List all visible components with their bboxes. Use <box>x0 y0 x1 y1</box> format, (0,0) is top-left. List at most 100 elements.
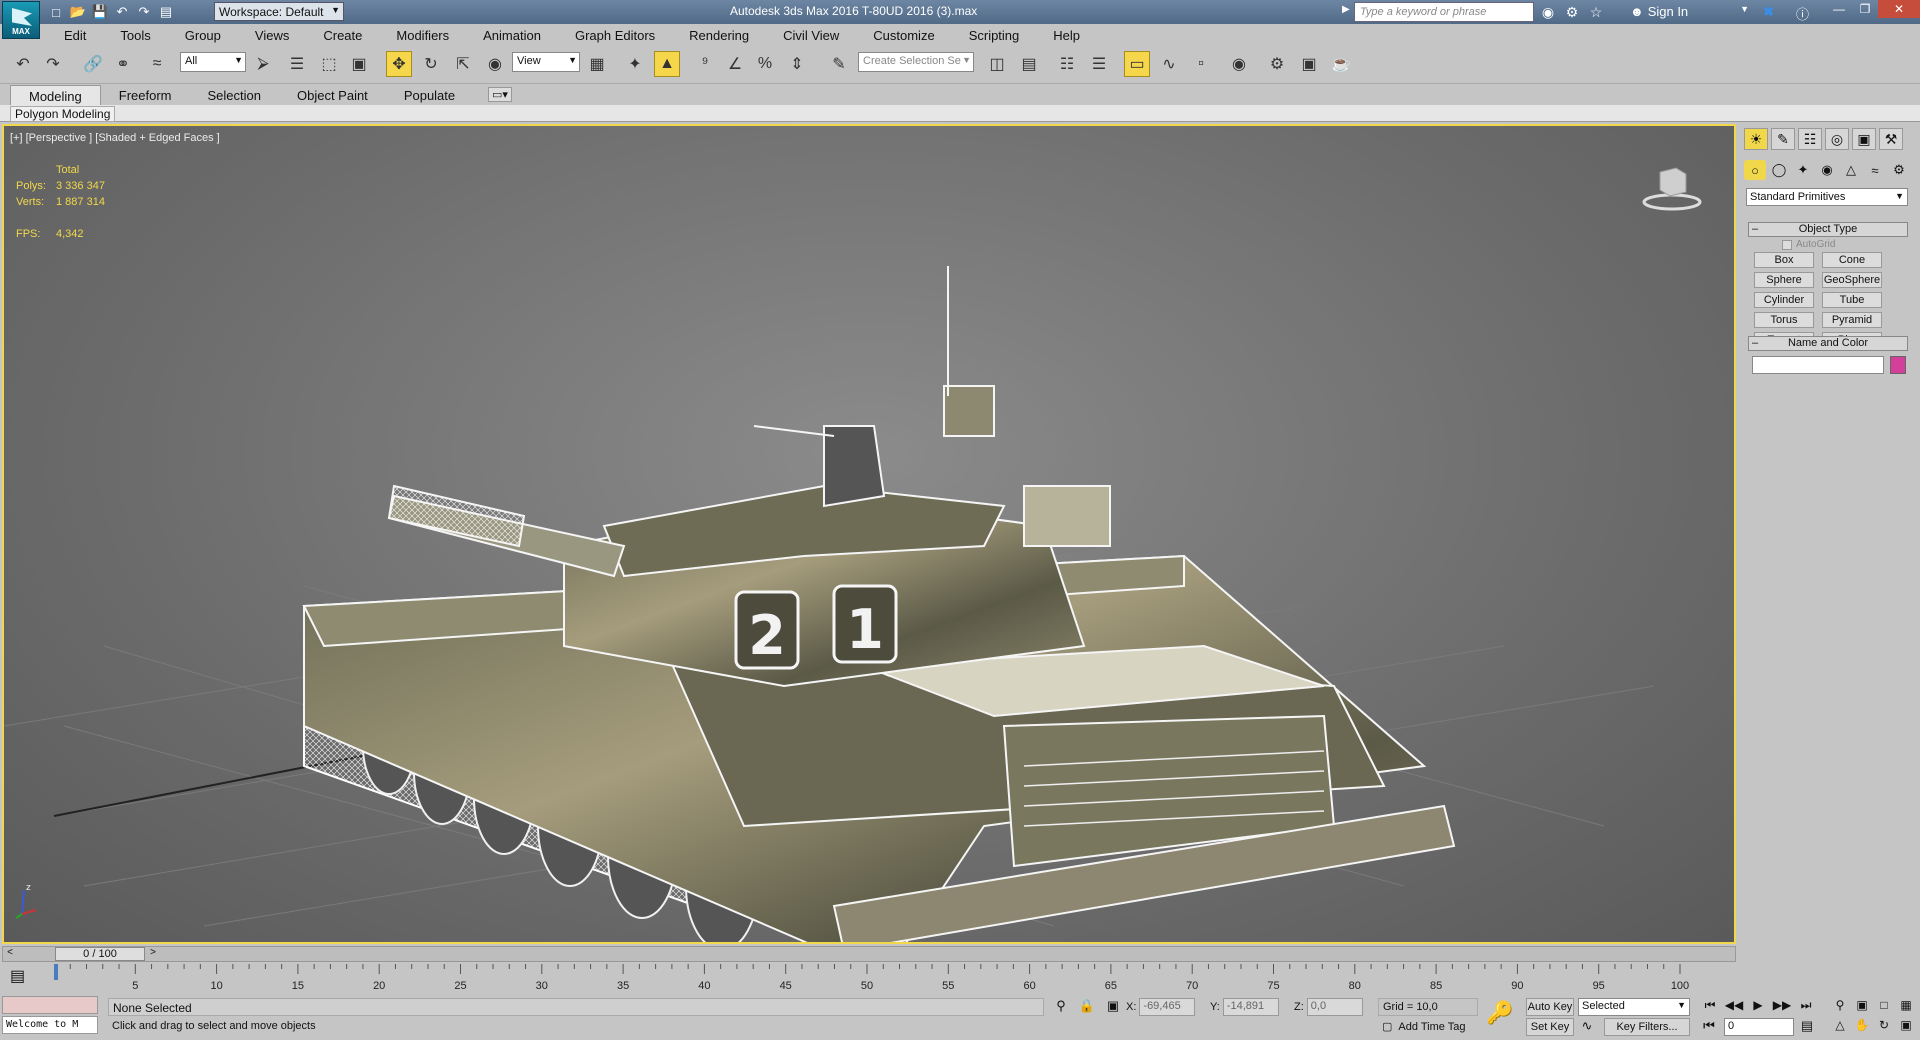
menu-item-modifiers[interactable]: Modifiers <box>374 24 461 46</box>
curve-editor-icon[interactable]: ∿ <box>1156 51 1182 77</box>
keyboard-shortcut-override-icon[interactable]: ▲ <box>654 51 680 77</box>
primitive-cone-button[interactable]: Cone <box>1822 252 1882 268</box>
restore-icon[interactable]: ❐ <box>1852 0 1878 18</box>
perspective-viewport[interactable]: 2 1 [+] [Perspective ] [Shaded + Edged F… <box>2 124 1736 944</box>
z-field[interactable]: 0,0 <box>1306 998 1363 1016</box>
primitive-cylinder-button[interactable]: Cylinder <box>1754 292 1814 308</box>
ribbon-tab-populate[interactable]: Populate <box>386 85 473 105</box>
orbit-icon[interactable]: ↻ <box>1874 1018 1894 1036</box>
redo-icon[interactable]: ↷ <box>134 3 154 21</box>
object-type-rollout[interactable]: – Object Type <box>1748 222 1908 237</box>
minimize-icon[interactable]: — <box>1826 0 1852 18</box>
named-selection-set-dropdown[interactable]: Create Selection Se ▼ <box>858 52 974 72</box>
key-mode-toggle-icon[interactable]: ⏮ <box>1700 1018 1718 1036</box>
save-file-icon[interactable]: 💾 <box>90 3 110 21</box>
time-slider-next-icon[interactable]: > <box>147 947 159 961</box>
name-and-color-rollout[interactable]: – Name and Color <box>1748 336 1908 351</box>
primitive-category-dropdown[interactable]: Standard Primitives ▼ <box>1746 188 1908 206</box>
set-key-button[interactable]: Set Key <box>1526 1018 1574 1036</box>
next-frame-icon[interactable]: ▶▶ <box>1772 998 1792 1016</box>
render-setup-icon[interactable]: ⚙ <box>1264 51 1290 77</box>
zoom-extents-all-icon[interactable]: ▦ <box>1896 998 1916 1016</box>
menu-item-edit[interactable]: Edit <box>42 24 98 46</box>
menu-item-animation[interactable]: Animation <box>461 24 553 46</box>
new-file-icon[interactable]: □ <box>46 3 66 21</box>
ribbon-tab-object-paint[interactable]: Object Paint <box>279 85 386 105</box>
schematic-view-icon[interactable]: ▫ <box>1188 51 1214 77</box>
polygon-modeling-panel-label[interactable]: Polygon Modeling <box>10 106 116 122</box>
mini-curve-editor-icon[interactable]: ▤ <box>10 966 25 986</box>
ribbon-options-icon[interactable]: ▭▾ <box>488 87 512 102</box>
go-to-end-icon[interactable]: ⏭ <box>1796 998 1816 1016</box>
current-frame-marker[interactable] <box>54 964 58 980</box>
app-logo[interactable]: MAX <box>2 1 40 39</box>
select-and-rotate-icon[interactable]: ↻ <box>418 51 444 77</box>
maximize-viewport-icon[interactable]: ▣ <box>1896 1018 1916 1036</box>
ribbon-tab-freeform[interactable]: Freeform <box>101 85 190 105</box>
selection-lock-icon[interactable]: 🔒 <box>1078 998 1096 1016</box>
select-by-name-icon[interactable]: ☰ <box>284 51 310 77</box>
sign-in-button[interactable]: ☻ Sign In ▼ ✖ ⓘ <box>1630 4 1809 23</box>
space-warps-icon[interactable]: ≈ <box>1864 160 1886 180</box>
go-to-start-icon[interactable]: ⏮ <box>1700 998 1720 1016</box>
utilities-tab-icon[interactable]: ⚒ <box>1879 128 1903 150</box>
menu-item-group[interactable]: Group <box>163 24 233 46</box>
helpers-icon[interactable]: △ <box>1840 160 1862 180</box>
isolate-selection-icon[interactable]: ⚲ <box>1052 998 1070 1016</box>
primitive-tube-button[interactable]: Tube <box>1822 292 1882 308</box>
maxscript-listener[interactable] <box>2 996 98 1014</box>
close-icon[interactable]: ✕ <box>1878 0 1920 18</box>
help-icon[interactable]: ⓘ <box>1796 4 1809 23</box>
add-time-tag[interactable]: ▢ Add Time Tag <box>1378 1018 1469 1035</box>
exchange-apps-icon[interactable]: ✖ <box>1763 4 1774 23</box>
autogrid-checkbox[interactable]: AutoGrid <box>1782 239 1835 250</box>
play-icon[interactable]: ▶ <box>1748 998 1768 1016</box>
primitive-box-button[interactable]: Box <box>1754 252 1814 268</box>
field-of-view-icon[interactable]: △ <box>1830 1018 1850 1036</box>
menu-item-views[interactable]: Views <box>233 24 301 46</box>
subscription-icon[interactable]: ⚙ <box>1562 2 1582 22</box>
select-object-icon[interactable]: ⮚ <box>250 51 276 77</box>
primitive-sphere-button[interactable]: Sphere <box>1754 272 1814 288</box>
modify-tab-icon[interactable]: ✎ <box>1771 128 1795 150</box>
autogrid-box[interactable] <box>1782 239 1792 250</box>
x-field[interactable]: -69,465 <box>1139 998 1196 1016</box>
pan-view-icon[interactable]: ✋ <box>1852 1018 1872 1036</box>
primitive-pyramid-button[interactable]: Pyramid <box>1822 312 1882 328</box>
snaps-toggle-icon[interactable]: ⁹ <box>692 51 718 77</box>
cameras-icon[interactable]: ◉ <box>1816 160 1838 180</box>
menu-item-scripting[interactable]: Scripting <box>947 24 1032 46</box>
create-tab-icon[interactable]: ☀ <box>1744 128 1768 150</box>
key-mode-dropdown[interactable]: Selected ▼ <box>1578 998 1690 1016</box>
primitive-torus-button[interactable]: Torus <box>1754 312 1814 328</box>
time-configuration-icon[interactable]: ▤ <box>1798 1018 1816 1036</box>
current-frame-field[interactable]: 0 <box>1724 1018 1794 1036</box>
select-and-place-icon[interactable]: ◉ <box>482 51 508 77</box>
unlink-icon[interactable]: ⚭ <box>110 51 136 77</box>
hierarchy-tab-icon[interactable]: ☷ <box>1798 128 1822 150</box>
absolute-mode-icon[interactable]: ▣ <box>1104 998 1122 1016</box>
display-tab-icon[interactable]: ▣ <box>1852 128 1876 150</box>
favorites-star-icon[interactable]: ☆ <box>1586 2 1606 22</box>
menu-item-customize[interactable]: Customize <box>851 24 946 46</box>
expand-search-icon[interactable]: ▶ <box>1342 4 1350 15</box>
undo-icon[interactable]: ↶ <box>10 51 36 77</box>
time-slider-thumb[interactable]: 0 / 100 <box>55 947 145 961</box>
zoom-all-icon[interactable]: ▣ <box>1852 998 1872 1016</box>
menu-item-rendering[interactable]: Rendering <box>667 24 761 46</box>
undo-icon[interactable]: ↶ <box>112 3 132 21</box>
selection-filter-dropdown[interactable]: All ▼ <box>180 52 246 72</box>
open-file-icon[interactable]: 📂 <box>68 3 88 21</box>
y-field[interactable]: -14,891 <box>1222 998 1279 1016</box>
zoom-extents-icon[interactable]: □ <box>1874 998 1894 1016</box>
geometry-icon[interactable]: ○ <box>1744 160 1766 180</box>
set-key-icon[interactable]: 🔑 <box>1486 1000 1513 1026</box>
motion-tab-icon[interactable]: ◎ <box>1825 128 1849 150</box>
pivot-center-icon[interactable]: ▦ <box>584 51 610 77</box>
ribbon-tab-selection[interactable]: Selection <box>190 85 279 105</box>
window-crossing-icon[interactable]: ▣ <box>346 51 372 77</box>
manipulate-icon[interactable]: ✦ <box>622 51 648 77</box>
material-editor-icon[interactable]: ◉ <box>1226 51 1252 77</box>
toggle-ribbon-icon[interactable]: ▭ <box>1124 51 1150 77</box>
menu-item-graph-editors[interactable]: Graph Editors <box>553 24 667 46</box>
